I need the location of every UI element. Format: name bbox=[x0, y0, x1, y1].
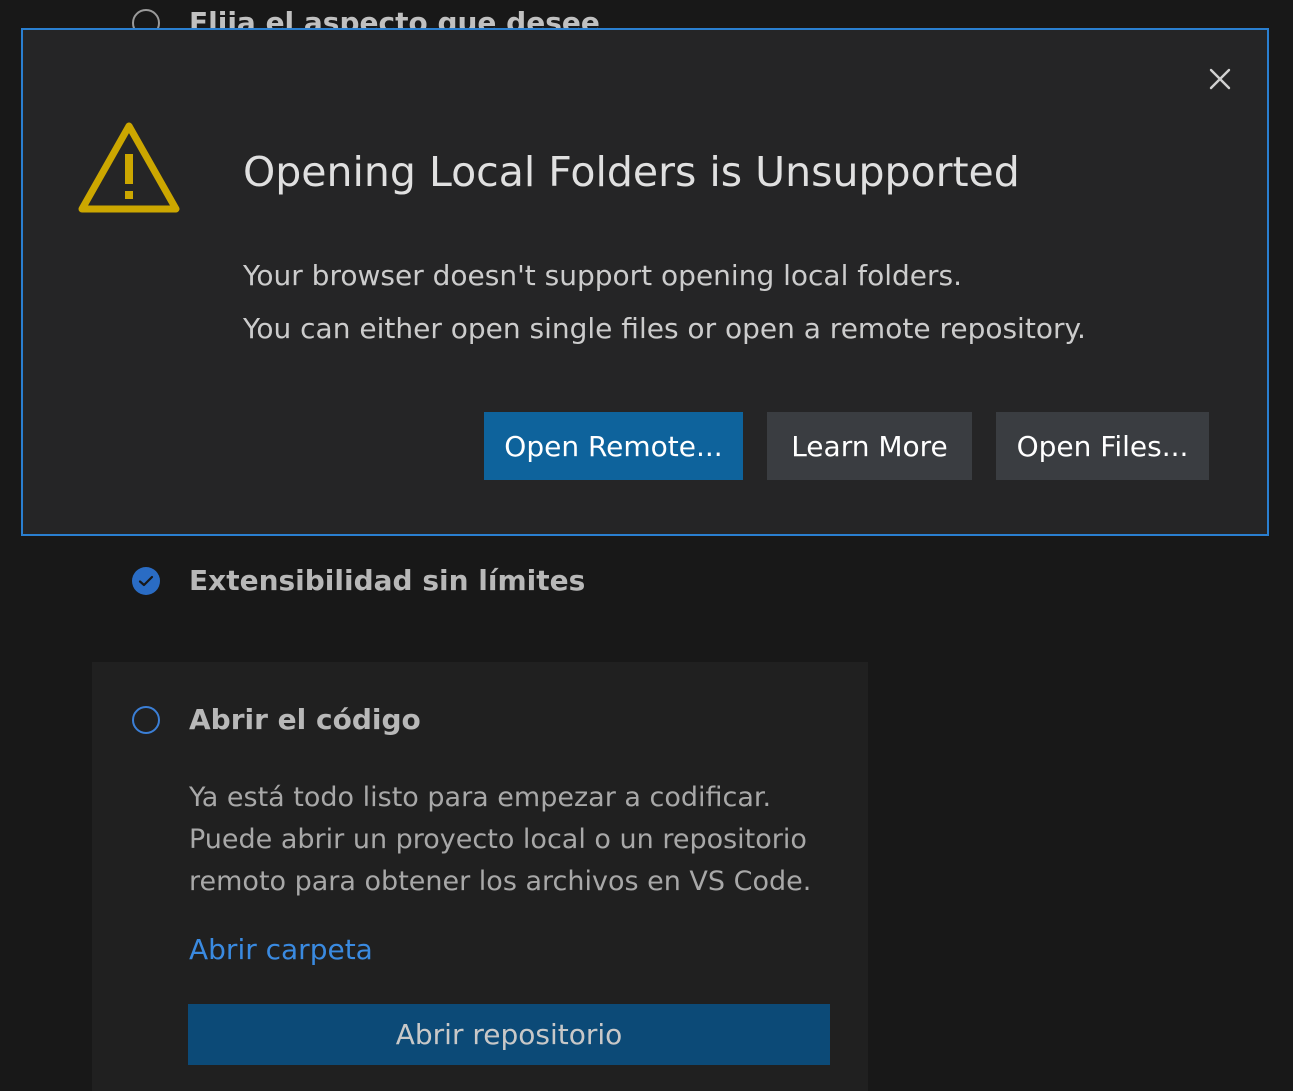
open-remote-button[interactable]: Open Remote... bbox=[484, 412, 743, 480]
step-unchecked-icon bbox=[132, 705, 160, 734]
step-checked-icon bbox=[132, 566, 160, 595]
open-folder-link[interactable]: Abrir carpeta bbox=[189, 933, 373, 966]
dialog-title: Opening Local Folders is Unsupported bbox=[243, 148, 1020, 196]
description-line: Ya está todo listo para empezar a codifi… bbox=[189, 782, 772, 813]
dialog-message-line: You can either open single files or open… bbox=[243, 312, 1086, 345]
page: Elija el aspecto que desee Extensibilida… bbox=[0, 0, 1293, 1091]
step-title: Extensibilidad sin límites bbox=[189, 564, 586, 597]
dialog-message-line: Your browser doesn't support opening loc… bbox=[243, 259, 963, 292]
step-open-code[interactable]: Abrir el código bbox=[132, 703, 421, 736]
step-title: Abrir el código bbox=[189, 703, 421, 736]
learn-more-button[interactable]: Learn More bbox=[767, 412, 972, 480]
description-line: remoto para obtener los archivos en VS C… bbox=[189, 866, 812, 897]
description-line: Puede abrir un proyecto local o un repos… bbox=[189, 824, 807, 855]
step-extensibility[interactable]: Extensibilidad sin límites bbox=[132, 564, 585, 597]
open-repository-button[interactable]: Abrir repositorio bbox=[188, 1004, 830, 1065]
open-files-button[interactable]: Open Files... bbox=[996, 412, 1209, 480]
warning-icon bbox=[78, 122, 180, 213]
close-icon bbox=[1209, 68, 1231, 90]
open-code-description: Ya está todo listo para empezar a codifi… bbox=[189, 777, 849, 903]
unsupported-folder-dialog: Opening Local Folders is Unsupported You… bbox=[21, 28, 1269, 536]
close-button[interactable] bbox=[1205, 64, 1235, 94]
